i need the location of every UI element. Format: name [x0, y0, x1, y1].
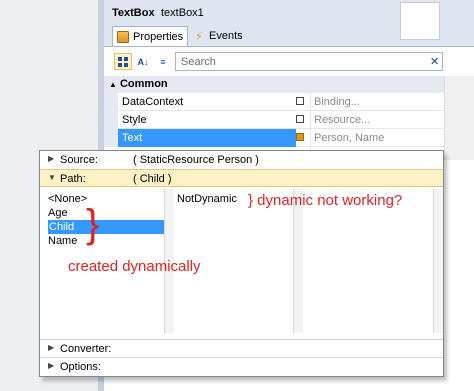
property-marker-icon[interactable]: [296, 115, 304, 123]
annotation-brace: }: [86, 202, 100, 246]
tab-events-label: Events: [209, 30, 243, 42]
property-marker-icon[interactable]: [296, 97, 304, 105]
category-name: Common: [119, 78, 168, 90]
row-gutter: [104, 129, 118, 147]
property-row-style[interactable]: Style Resource...: [104, 111, 444, 129]
list-item[interactable]: Age: [48, 206, 68, 220]
property-value[interactable]: Binding...: [314, 96, 360, 108]
source-value: ( StaticResource Person ): [133, 154, 259, 166]
grid-scrollbar[interactable]: [444, 76, 474, 160]
property-row-datacontext[interactable]: DataContext Binding...: [104, 93, 444, 111]
options-label: Options:: [60, 361, 101, 373]
property-value[interactable]: Resource...: [314, 114, 370, 126]
list-scrollbar[interactable]: [293, 189, 303, 333]
expand-icon: ▶: [48, 361, 55, 370]
converter-section[interactable]: ▶ Converter:: [40, 339, 443, 357]
property-name: Style: [122, 114, 147, 126]
tab-events[interactable]: ⚡ Events: [192, 26, 252, 46]
list-item[interactable]: <None>: [48, 192, 87, 206]
properties-icon: [117, 30, 129, 43]
categorized-view-button[interactable]: [114, 53, 132, 70]
sort-list-icon: ≡: [160, 56, 166, 67]
property-name: Text: [122, 132, 143, 144]
properties-panel: TextBox textBox1 Properties ⚡ Events A↓ …: [104, 0, 474, 160]
search-placeholder: Search: [181, 56, 216, 68]
category-header-common[interactable]: ▲ Common: [104, 76, 444, 93]
tab-properties[interactable]: Properties: [112, 26, 188, 46]
sort-by-source-button[interactable]: ≡: [154, 53, 172, 70]
collapse-icon: ▼: [48, 173, 56, 182]
annotation-created-dynamically: created dynamically: [68, 258, 201, 275]
row-gutter: [104, 111, 118, 129]
source-section[interactable]: ▶ Source: ( StaticResource Person ): [40, 151, 443, 169]
source-label: Source:: [60, 154, 98, 166]
list-item[interactable]: NotDynamic: [177, 192, 237, 206]
path-section[interactable]: ▼ Path: ( Child ): [40, 169, 443, 187]
property-name: DataContext: [122, 96, 184, 108]
list-item-selected[interactable]: Child: [48, 220, 164, 234]
alphabetical-view-button[interactable]: A↓: [134, 53, 152, 70]
category-label: ▲ Common: [109, 78, 168, 90]
properties-toolbar: A↓ ≡ Search ✕: [104, 46, 474, 76]
tab-properties-label: Properties: [133, 30, 184, 43]
sort-az-icon: A↓: [137, 56, 149, 67]
property-value[interactable]: Person, Name: [314, 132, 384, 144]
collapse-icon: ▲: [109, 80, 117, 89]
path-value: ( Child ): [133, 173, 172, 185]
panel-header: TextBox textBox1 Properties ⚡ Events: [104, 0, 474, 50]
selection-highlight: [118, 129, 296, 147]
expand-icon: ▶: [48, 343, 55, 352]
converter-label: Converter:: [60, 343, 112, 355]
control-preview-thumbnail: [400, 2, 440, 40]
path-label: Path:: [60, 173, 86, 185]
row-gutter: [104, 93, 118, 111]
lightning-icon: ⚡: [195, 30, 203, 43]
list-scrollbar[interactable]: [433, 189, 443, 333]
property-grid: ▲ Common DataContext Binding... Style Re…: [104, 76, 474, 160]
annotation-dynamic-not-working: } dynamic not working?: [248, 192, 403, 209]
binding-marker-icon[interactable]: [296, 133, 304, 141]
control-name-field[interactable]: textBox1: [161, 7, 204, 19]
options-section[interactable]: ▶ Options:: [40, 357, 443, 375]
property-row-text[interactable]: Text Person, Name: [104, 129, 444, 147]
categorized-icon: [118, 56, 128, 67]
list-item[interactable]: Name: [48, 234, 77, 248]
control-type-label: TextBox: [112, 7, 155, 19]
search-input[interactable]: Search ✕: [175, 52, 443, 71]
clear-search-icon[interactable]: ✕: [430, 55, 439, 68]
expand-icon: ▶: [48, 154, 55, 163]
